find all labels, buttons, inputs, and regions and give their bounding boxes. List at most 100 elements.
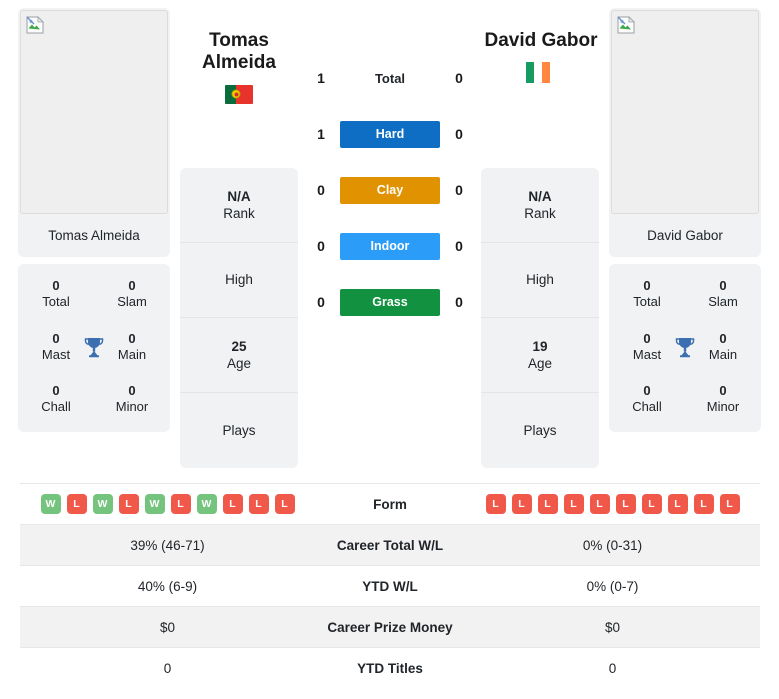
left-form-badge[interactable]: L bbox=[248, 494, 269, 514]
left-titles-grid: 0 Total 0 Slam 0 Mast 0 Main 0 Chall 0 M… bbox=[18, 278, 170, 416]
right-info-rank: N/A Rank bbox=[481, 168, 599, 243]
h2h-row-indoor: 0 Indoor 0 bbox=[310, 226, 470, 266]
right-titles-slam-value: 0 bbox=[719, 278, 727, 293]
right-player-titles-card: 0 Total 0 Slam 0 Mast 0 Main 0 Chall 0 M… bbox=[609, 264, 761, 432]
h2h-left-count-grass: 0 bbox=[317, 294, 325, 310]
left-form-badge[interactable]: W bbox=[196, 494, 217, 514]
right-form-badge[interactable]: L bbox=[485, 494, 506, 514]
left-titles-total-value: 0 bbox=[52, 278, 60, 293]
right-form-badge[interactable]: L bbox=[511, 494, 532, 514]
left-info-rank: N/A Rank bbox=[180, 168, 298, 243]
right-form-badge[interactable]: L bbox=[589, 494, 610, 514]
right-info-age-value: 19 bbox=[532, 338, 548, 354]
right-player-photo bbox=[611, 10, 759, 214]
right-form-badge[interactable]: L bbox=[615, 494, 636, 514]
h2h-surface-label-grass[interactable]: Grass bbox=[340, 288, 440, 316]
table-row: $0 Career Prize Money $0 bbox=[20, 606, 760, 648]
right-info-high-label: High bbox=[526, 272, 554, 288]
stat-label-form: Form bbox=[315, 483, 465, 525]
right-form-strip: LLLLLLLLLL bbox=[471, 494, 754, 514]
left-form-badge[interactable]: L bbox=[222, 494, 243, 514]
left-info-age: 25 Age bbox=[180, 318, 298, 393]
left-player-photo-name: Tomas Almeida bbox=[18, 216, 170, 257]
right-player-name-block: David Gabor bbox=[466, 30, 616, 84]
left-info-high: High bbox=[180, 243, 298, 318]
h2h-right-count-hard: 0 bbox=[455, 126, 463, 142]
right-player-photo-card[interactable]: David Gabor bbox=[609, 8, 761, 257]
right-titles-minor-value: 0 bbox=[719, 383, 727, 398]
right-form-badge[interactable]: L bbox=[719, 494, 740, 514]
comparison-stats-table: W L W L W L W L L L Form L L L L L L L L L L 39% (46-71) Caree… bbox=[20, 483, 760, 689]
trophy-icon bbox=[675, 337, 695, 357]
left-value-ytd_wl: 40% (6-9) bbox=[20, 565, 315, 607]
stat-label-career_wl: Career Total W/L bbox=[315, 524, 465, 566]
left-titles-total: 0 Total bbox=[18, 278, 94, 311]
left-form-badge[interactable]: L bbox=[118, 494, 139, 514]
right-titles-slam: 0 Slam bbox=[685, 278, 761, 311]
table-row: W L W L W L W L L L Form L L L L L L L L L L bbox=[20, 483, 760, 525]
right-player-flag-wrap bbox=[466, 62, 616, 84]
right-titles-chall: 0 Chall bbox=[609, 383, 685, 416]
flag-ireland-icon bbox=[526, 62, 556, 84]
h2h-surface-label-clay[interactable]: Clay bbox=[340, 176, 440, 204]
broken-image-icon bbox=[26, 16, 44, 34]
h2h-left-count-indoor: 0 bbox=[317, 238, 325, 254]
right-form-badge[interactable]: L bbox=[667, 494, 688, 514]
left-titles-chall-value: 0 bbox=[52, 383, 60, 398]
left-form-strip: WLWLWLWLLL bbox=[26, 494, 309, 514]
right-titles-total: 0 Total bbox=[609, 278, 685, 311]
h2h-row-total: 1 Total 0 bbox=[310, 58, 470, 98]
trophy-icon bbox=[84, 337, 104, 357]
table-row: 39% (46-71) Career Total W/L 0% (0-31) bbox=[20, 524, 760, 566]
broken-image-icon bbox=[617, 16, 635, 34]
player-comparison-page: Tomas Almeida 0 Total 0 Slam 0 Mast 0 Ma… bbox=[0, 0, 779, 699]
right-info-rank-label: Rank bbox=[524, 206, 556, 221]
h2h-right-count-clay: 0 bbox=[455, 182, 463, 198]
left-value-prize: $0 bbox=[20, 606, 315, 648]
table-row: 0 YTD Titles 0 bbox=[20, 647, 760, 689]
right-player-name-line1: David Gabor bbox=[484, 30, 598, 51]
right-titles-minor: 0 Minor bbox=[685, 383, 761, 416]
left-info-rank-value: N/A bbox=[227, 188, 251, 204]
left-player-info-card: N/A Rank High 25 Age Plays bbox=[180, 168, 298, 468]
table-row: 40% (6-9) YTD W/L 0% (0-7) bbox=[20, 565, 760, 607]
h2h-surface-label-hard[interactable]: Hard bbox=[340, 120, 440, 148]
left-form-badge[interactable]: W bbox=[92, 494, 113, 514]
left-titles-chall-label: Chall bbox=[41, 399, 71, 415]
right-form-badge[interactable]: L bbox=[537, 494, 558, 514]
left-titles-slam-value: 0 bbox=[128, 278, 136, 293]
left-titles-minor-label: Minor bbox=[115, 399, 149, 415]
left-titles-minor-value: 0 bbox=[128, 383, 136, 398]
right-titles-minor-label: Minor bbox=[706, 399, 740, 415]
h2h-surface-label-indoor[interactable]: Indoor bbox=[340, 232, 440, 260]
right-info-high: High bbox=[481, 243, 599, 318]
right-info-age: 19 Age bbox=[481, 318, 599, 393]
left-player-photo-card[interactable]: Tomas Almeida bbox=[18, 8, 170, 257]
right-value-career_wl: 0% (0-31) bbox=[465, 524, 760, 566]
right-titles-grid: 0 Total 0 Slam 0 Mast 0 Main 0 Chall 0 M… bbox=[609, 278, 761, 416]
left-value-career_wl: 39% (46-71) bbox=[20, 524, 315, 566]
left-info-age-value: 25 bbox=[231, 338, 247, 354]
right-form-badge[interactable]: L bbox=[641, 494, 662, 514]
right-form-badge[interactable]: L bbox=[693, 494, 714, 514]
h2h-row-clay: 0 Clay 0 bbox=[310, 170, 470, 210]
head-to-head-surfaces: 1 Total 0 1 Hard 0 0 Clay 0 0 Indoor 0 0 Grass 0 bbox=[310, 58, 470, 322]
right-value-ytd_titles: 0 bbox=[465, 647, 760, 689]
h2h-left-count-clay: 0 bbox=[317, 182, 325, 198]
left-form-badge[interactable]: W bbox=[40, 494, 61, 514]
left-form-badge[interactable]: L bbox=[170, 494, 191, 514]
left-titles-minor: 0 Minor bbox=[94, 383, 170, 416]
right-value-ytd_wl: 0% (0-7) bbox=[465, 565, 760, 607]
right-info-plays: Plays bbox=[481, 393, 599, 468]
stat-label-prize: Career Prize Money bbox=[315, 606, 465, 648]
left-form-badge[interactable]: L bbox=[274, 494, 295, 514]
right-titles-chall-value: 0 bbox=[643, 383, 651, 398]
flag-portugal-icon bbox=[225, 84, 253, 104]
right-form-badge[interactable]: L bbox=[563, 494, 584, 514]
right-info-rank-value: N/A bbox=[528, 188, 552, 204]
h2h-left-count-total: 1 bbox=[317, 70, 325, 86]
left-info-high-label: High bbox=[225, 272, 253, 288]
left-form-badge[interactable]: W bbox=[144, 494, 165, 514]
left-form-badge[interactable]: L bbox=[66, 494, 87, 514]
h2h-right-count-indoor: 0 bbox=[455, 238, 463, 254]
